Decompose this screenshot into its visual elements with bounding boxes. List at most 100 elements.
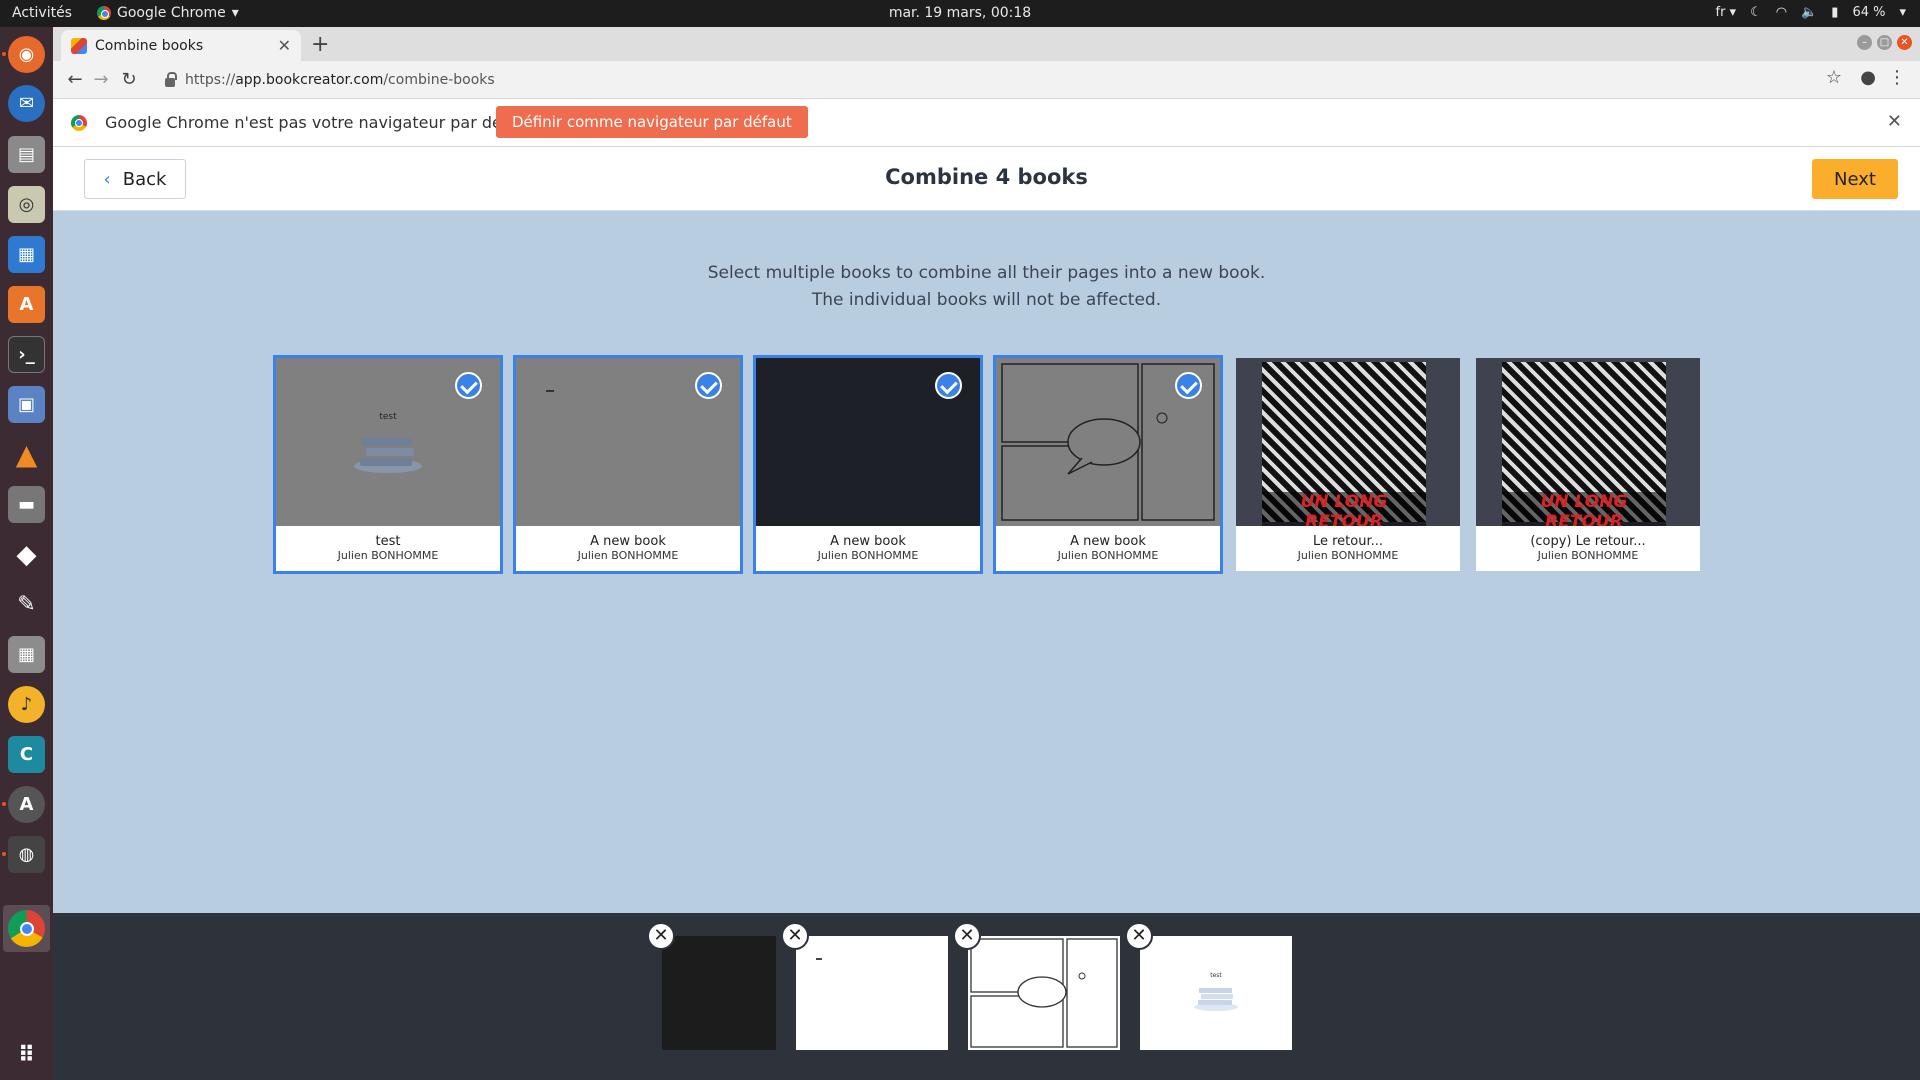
book-author: Julien BONHOMME bbox=[1537, 549, 1639, 562]
instructions-line-2: The individual books will not be affecte… bbox=[811, 290, 1162, 310]
page-title: Combine 4 books bbox=[885, 165, 1088, 189]
set-default-browser-button[interactable]: Définir comme navigateur par défaut bbox=[496, 106, 808, 138]
book-author: Julien BONHOMME bbox=[1057, 549, 1159, 562]
remove-thumb-button[interactable]: ✕ bbox=[1125, 922, 1153, 950]
vlc-icon[interactable]: ▲ bbox=[8, 436, 45, 473]
menu-kebab-icon[interactable]: ⋮ bbox=[1888, 67, 1906, 88]
selected-book-thumb[interactable] bbox=[968, 936, 1120, 1050]
books-stack-icon bbox=[1194, 988, 1238, 1011]
calculator-icon[interactable]: ▦ bbox=[8, 636, 45, 673]
clock[interactable]: mar. 19 mars, 00:18 bbox=[0, 5, 1920, 21]
url-scheme: https:// bbox=[185, 72, 236, 88]
wifi-icon: ◠ bbox=[1775, 5, 1788, 20]
book-title: A new book bbox=[590, 534, 666, 549]
scanner-icon[interactable]: ▬ bbox=[8, 486, 45, 523]
screen-recorder-icon[interactable]: ◍ bbox=[8, 836, 45, 873]
software-center-icon[interactable]: A bbox=[8, 286, 45, 323]
url-path: /combine-books bbox=[383, 72, 495, 88]
infobar-message: Google Chrome n'est pas votre navigateur… bbox=[105, 113, 534, 132]
c-app-icon[interactable]: C bbox=[8, 736, 45, 773]
cover-mark bbox=[546, 390, 554, 392]
running-indicator bbox=[2, 852, 6, 856]
tab-combine-books[interactable]: Combine books ✕ bbox=[61, 30, 301, 61]
book-cover: UN LONG RETOUR bbox=[1236, 358, 1460, 526]
book-card[interactable]: UN LONG RETOUR Le retour... Julien BONHO… bbox=[1236, 358, 1460, 571]
system-tray[interactable]: fr ▾ ☾ ◠ 🔈 ▮ 64 % ▾ bbox=[1716, 5, 1907, 20]
cover-text: test bbox=[379, 412, 397, 422]
selected-check-icon bbox=[935, 372, 962, 399]
forward-arrow-icon[interactable]: → bbox=[89, 67, 113, 91]
book-card[interactable]: A new book Julien BONHOMME bbox=[753, 355, 983, 574]
writer-icon[interactable]: ▦ bbox=[8, 236, 45, 273]
book-card[interactable]: A new book Julien BONHOMME bbox=[513, 355, 743, 574]
back-arrow-icon[interactable]: ← bbox=[63, 67, 87, 91]
updater-icon[interactable]: A bbox=[8, 786, 45, 823]
chrome-icon bbox=[71, 115, 87, 131]
remove-thumb-button[interactable]: ✕ bbox=[953, 922, 981, 950]
reload-icon[interactable]: ↻ bbox=[117, 67, 141, 91]
books-stack-icon bbox=[354, 438, 422, 473]
system-top-bar: Activités Google Chrome ▾ mar. 19 mars, … bbox=[0, 0, 1920, 27]
bookcreator-favicon-icon bbox=[71, 37, 87, 54]
language-indicator[interactable]: fr ▾ bbox=[1716, 5, 1737, 20]
next-button[interactable]: Next bbox=[1812, 159, 1898, 199]
audacity-icon[interactable]: ♪ bbox=[8, 686, 45, 723]
book-author: Julien BONHOMME bbox=[577, 549, 679, 562]
selected-check-icon bbox=[455, 372, 482, 399]
running-indicator bbox=[2, 802, 6, 806]
book-title: (copy) Le retour... bbox=[1530, 534, 1646, 549]
window-controls: – □ ✕ bbox=[1857, 35, 1912, 50]
book-card[interactable]: UN LONG RETOUR (copy) Le retour... Julie… bbox=[1476, 358, 1700, 571]
close-icon[interactable]: ✕ bbox=[1887, 111, 1902, 132]
book-card[interactable]: test test Julien BONHOMME bbox=[273, 355, 503, 574]
book-cover: UN LONG RETOUR bbox=[1476, 358, 1700, 526]
profile-icon[interactable]: ● bbox=[1860, 67, 1876, 88]
volume-icon: 🔈 bbox=[1801, 5, 1818, 20]
image-viewer-icon[interactable]: ▣ bbox=[8, 386, 45, 423]
cover-title: UN LONG RETOUR bbox=[1262, 492, 1426, 526]
url-host: app.bookcreator.com bbox=[235, 72, 384, 88]
inkscape-icon[interactable]: ◆ bbox=[8, 536, 45, 573]
lock-icon bbox=[165, 71, 177, 87]
running-indicator bbox=[2, 52, 6, 56]
new-tab-button[interactable]: + bbox=[311, 32, 329, 57]
night-light-icon: ☾ bbox=[1750, 5, 1762, 20]
book-author: Julien BONHOMME bbox=[1297, 549, 1399, 562]
selected-book-thumb[interactable] bbox=[796, 936, 948, 1050]
book-author: Julien BONHOMME bbox=[817, 549, 919, 562]
minimize-button[interactable]: – bbox=[1857, 35, 1872, 50]
tab-strip: Combine books ✕ + – □ ✕ bbox=[53, 27, 1920, 61]
default-browser-infobar: Google Chrome n'est pas votre navigateur… bbox=[53, 99, 1920, 147]
instructions: Select multiple books to combine all the… bbox=[53, 260, 1920, 314]
tab-title: Combine books bbox=[95, 37, 204, 54]
selected-check-icon bbox=[695, 372, 722, 399]
terminal-icon[interactable]: ›_ bbox=[8, 336, 45, 373]
gimp-icon[interactable]: ✎ bbox=[8, 586, 45, 623]
remove-thumb-button[interactable]: ✕ bbox=[781, 922, 809, 950]
chrome-icon[interactable] bbox=[8, 910, 45, 947]
address-bar[interactable]: https://app.bookcreator.com/combine-book… bbox=[165, 66, 1865, 94]
app-header: ‹ Back Combine 4 books Next bbox=[53, 147, 1920, 211]
thunderbird-icon[interactable]: ✉ bbox=[8, 85, 45, 122]
battery-level: 64 % bbox=[1852, 5, 1886, 20]
remove-thumb-button[interactable]: ✕ bbox=[647, 922, 675, 950]
close-window-button[interactable]: ✕ bbox=[1897, 35, 1912, 50]
firefox-icon[interactable]: ◉ bbox=[8, 36, 45, 73]
selected-book-thumb[interactable] bbox=[662, 936, 776, 1050]
rhythmbox-icon[interactable]: ◎ bbox=[8, 186, 45, 223]
thumb-text: test bbox=[1210, 972, 1222, 979]
book-title: Le retour... bbox=[1312, 534, 1384, 549]
thumb-mark bbox=[816, 958, 822, 960]
battery-icon: ▮ bbox=[1831, 5, 1839, 20]
bookmark-star-icon[interactable]: ☆ bbox=[1826, 67, 1842, 88]
app-grid-icon[interactable]: ⠿ bbox=[8, 1037, 45, 1074]
selected-book-thumb[interactable]: test bbox=[1140, 936, 1292, 1050]
maximize-button[interactable]: □ bbox=[1877, 35, 1892, 50]
book-card[interactable]: A new book Julien BONHOMME bbox=[993, 355, 1223, 574]
close-icon[interactable]: ✕ bbox=[278, 36, 291, 55]
book-title: A new book bbox=[1070, 534, 1146, 549]
files-icon[interactable]: ▤ bbox=[8, 136, 45, 173]
dock: ◉ ✉ ▤ ◎ ▦ A ›_ ▣ ▲ ▬ ◆ ✎ ▦ ♪ C A ◍ ⠿ bbox=[0, 27, 53, 1080]
cover-title: UN LONG RETOUR bbox=[1502, 492, 1666, 526]
book-title: A new book bbox=[830, 534, 906, 549]
